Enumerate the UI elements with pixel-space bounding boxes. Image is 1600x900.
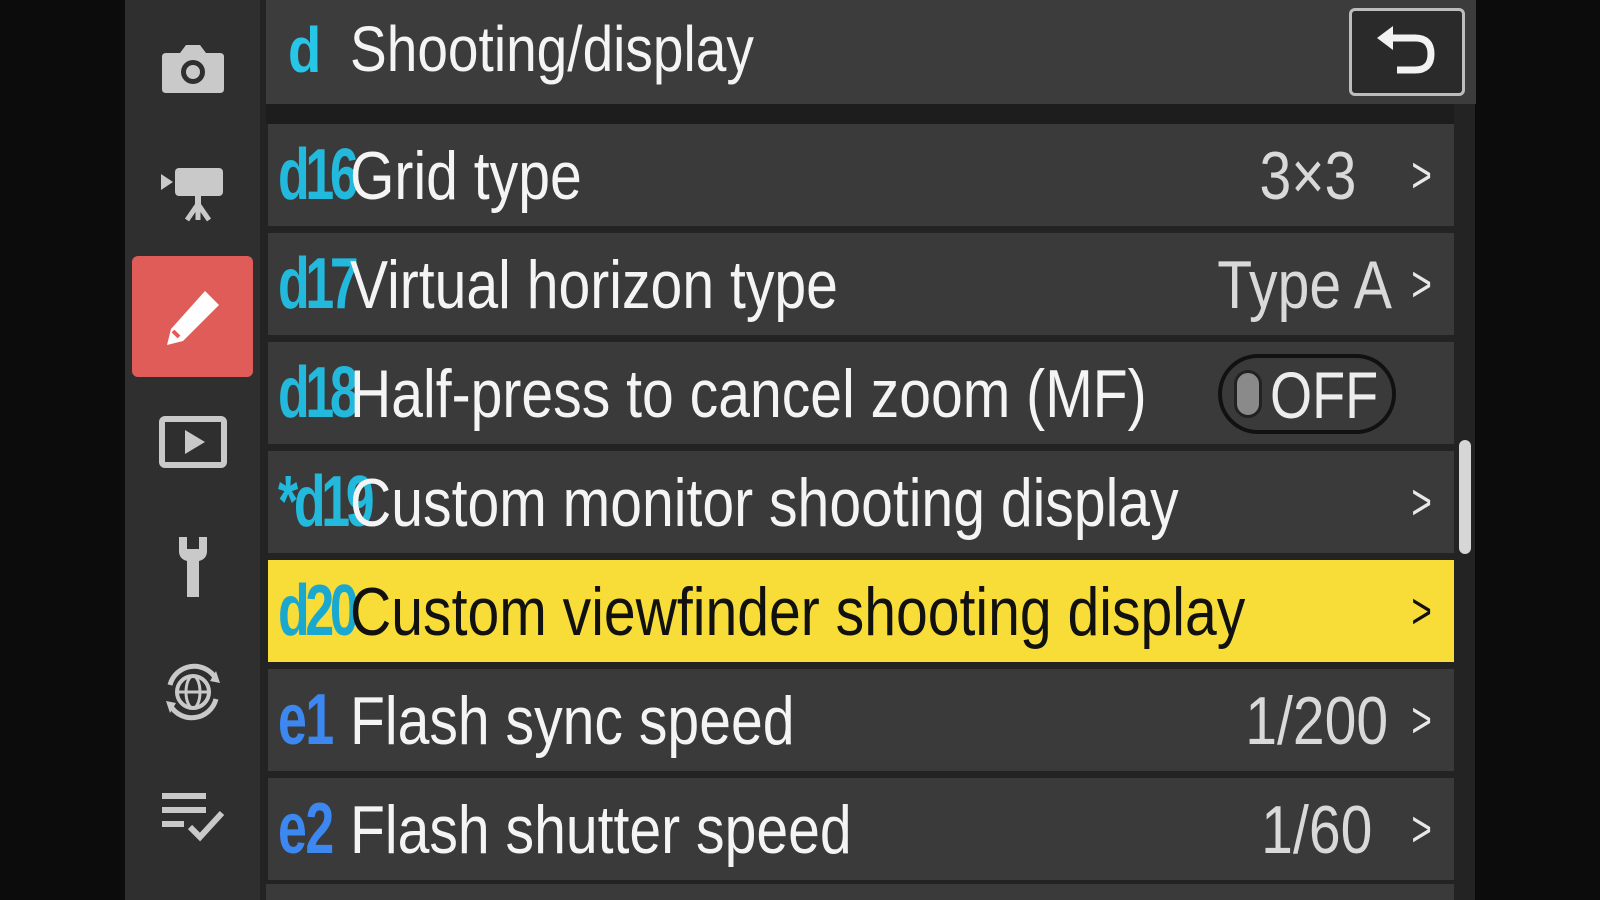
sidebar-item-custom-settings[interactable] xyxy=(132,256,253,377)
setting-code: d17 xyxy=(278,244,359,324)
sidebar-item-playback[interactable] xyxy=(132,381,253,502)
menu-row-custom-monitor-display[interactable]: *d19 Custom monitor shooting display > xyxy=(268,451,1454,553)
menu-row-flash-sync-speed[interactable]: e1 Flash sync speed 1/200 > xyxy=(268,669,1454,771)
setting-label: Virtual horizon type xyxy=(350,247,838,323)
setting-value: 1/60 xyxy=(1260,792,1372,868)
return-arrow-icon xyxy=(1377,26,1435,74)
setting-value: 3×3 xyxy=(1259,138,1356,214)
setting-code: d16 xyxy=(278,135,359,215)
menu-row-half-press-cancel-zoom[interactable]: d18 Half-press to cancel zoom (MF) OFF xyxy=(268,342,1454,444)
sidebar-item-setup[interactable] xyxy=(132,506,253,627)
network-globe-icon xyxy=(165,663,220,720)
setting-label: Flash shutter speed xyxy=(350,792,852,868)
chevron-right-icon: > xyxy=(1411,256,1432,312)
sidebar-item-photo[interactable] xyxy=(132,8,253,129)
menu-row-custom-viewfinder-display[interactable]: d20 Custom viewfinder shooting display > xyxy=(268,560,1454,662)
movie-camera-icon xyxy=(160,167,223,221)
off-toggle-switch[interactable]: OFF xyxy=(1218,354,1396,434)
sidebar-item-movie[interactable] xyxy=(132,131,253,252)
setting-value: Type A xyxy=(1217,247,1392,323)
menu-row-virtual-horizon-type[interactable]: d17 Virtual horizon type Type A > xyxy=(268,233,1454,335)
my-menu-checklist-icon xyxy=(161,792,224,841)
chevron-right-icon: > xyxy=(1411,692,1432,748)
chevron-right-icon: > xyxy=(1411,147,1432,203)
setting-label: Custom viewfinder shooting display xyxy=(350,574,1246,650)
menu-row-flash-shutter-speed[interactable]: e2 Flash shutter speed 1/60 > xyxy=(268,778,1454,880)
setting-code: e2 xyxy=(278,789,334,869)
setting-label: Custom monitor shooting display xyxy=(350,465,1179,541)
chevron-right-icon: > xyxy=(1411,583,1432,639)
toggle-state: OFF xyxy=(1270,358,1379,432)
setting-code: d18 xyxy=(278,353,359,433)
camera-icon xyxy=(161,44,224,93)
setting-code: e1 xyxy=(278,680,334,760)
scrollbar[interactable] xyxy=(1459,440,1471,554)
menu-header: d Shooting/display xyxy=(266,0,1476,104)
playback-icon xyxy=(158,415,227,468)
menu-section-letter: d xyxy=(288,14,322,86)
next-row-peek xyxy=(266,884,1454,900)
menu-row-grid-type[interactable]: d16 Grid type 3×3 > xyxy=(268,124,1454,226)
chevron-right-icon: > xyxy=(1411,474,1432,530)
wrench-icon xyxy=(178,536,207,597)
setting-label: Half-press to cancel zoom (MF) xyxy=(350,356,1147,432)
menu-tab-sidebar xyxy=(125,0,260,900)
sidebar-item-my-menu[interactable] xyxy=(132,756,253,877)
page-title: Shooting/display xyxy=(350,13,754,85)
setting-label: Grid type xyxy=(350,138,582,214)
chevron-right-icon: > xyxy=(1411,801,1432,857)
setting-code: d20 xyxy=(278,571,359,651)
header-divider xyxy=(266,104,1454,124)
toggle-knob xyxy=(1234,370,1262,418)
back-button[interactable] xyxy=(1349,8,1465,96)
setting-value: 1/200 xyxy=(1245,683,1388,759)
pencil-icon xyxy=(166,290,219,345)
setting-label: Flash sync speed xyxy=(350,683,795,759)
sidebar-item-network[interactable] xyxy=(132,631,253,752)
